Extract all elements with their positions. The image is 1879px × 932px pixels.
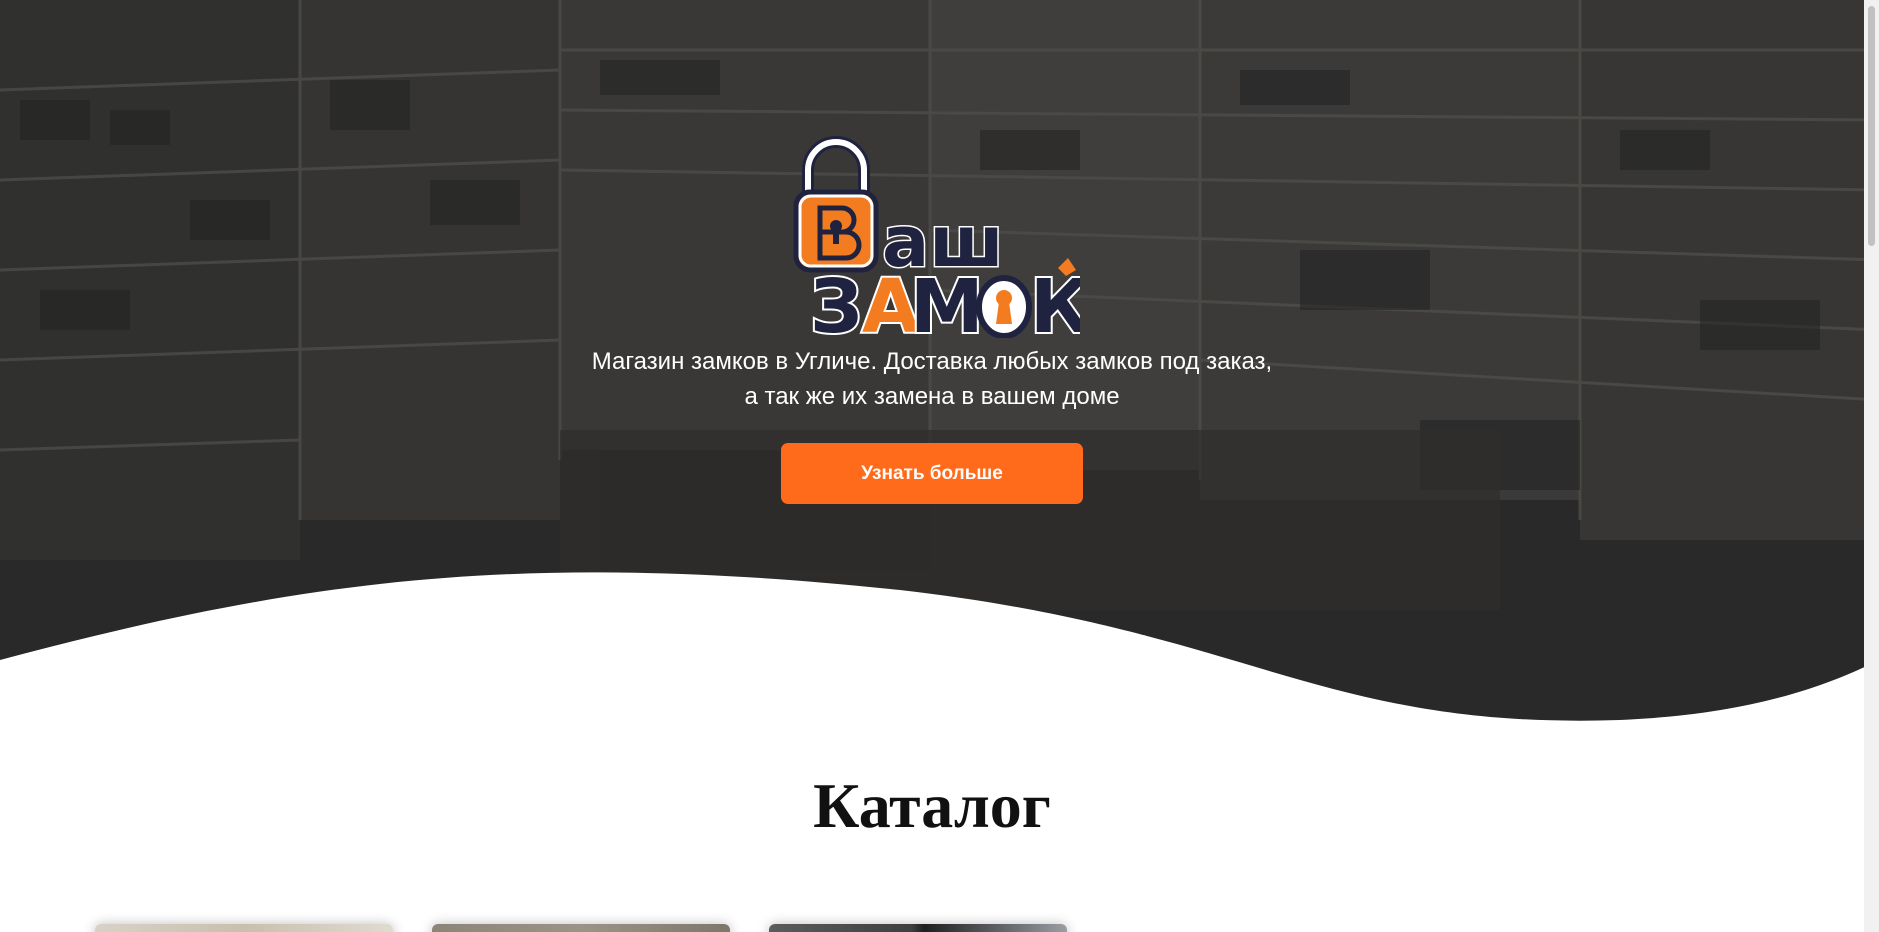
- page: аш З А М К Магазин замков в Угличе. Дост…: [0, 0, 1879, 932]
- catalog-card[interactable]: [432, 924, 730, 932]
- hero-wave-divider: [0, 572, 1879, 740]
- vash-zamok-logo: аш З А М К: [793, 136, 1080, 338]
- page-scrollbar[interactable]: [1864, 0, 1879, 932]
- catalog-heading: Каталог: [813, 770, 1051, 841]
- svg-text:З: З: [810, 264, 863, 338]
- svg-text:К: К: [1030, 264, 1080, 338]
- learn-more-button[interactable]: Узнать больше: [781, 443, 1083, 504]
- hero-content: аш З А М К Магазин замков в Угличе. Дост…: [0, 0, 1879, 560]
- hero-section: аш З А М К Магазин замков в Угличе. Дост…: [0, 0, 1879, 740]
- catalog-card[interactable]: [95, 924, 393, 932]
- hero-tagline: Магазин замков в Угличе. Доставка любых …: [591, 348, 1273, 410]
- scrollbar-thumb[interactable]: [1868, 6, 1875, 246]
- catalog-card[interactable]: [769, 924, 1067, 932]
- svg-text:М: М: [910, 264, 984, 338]
